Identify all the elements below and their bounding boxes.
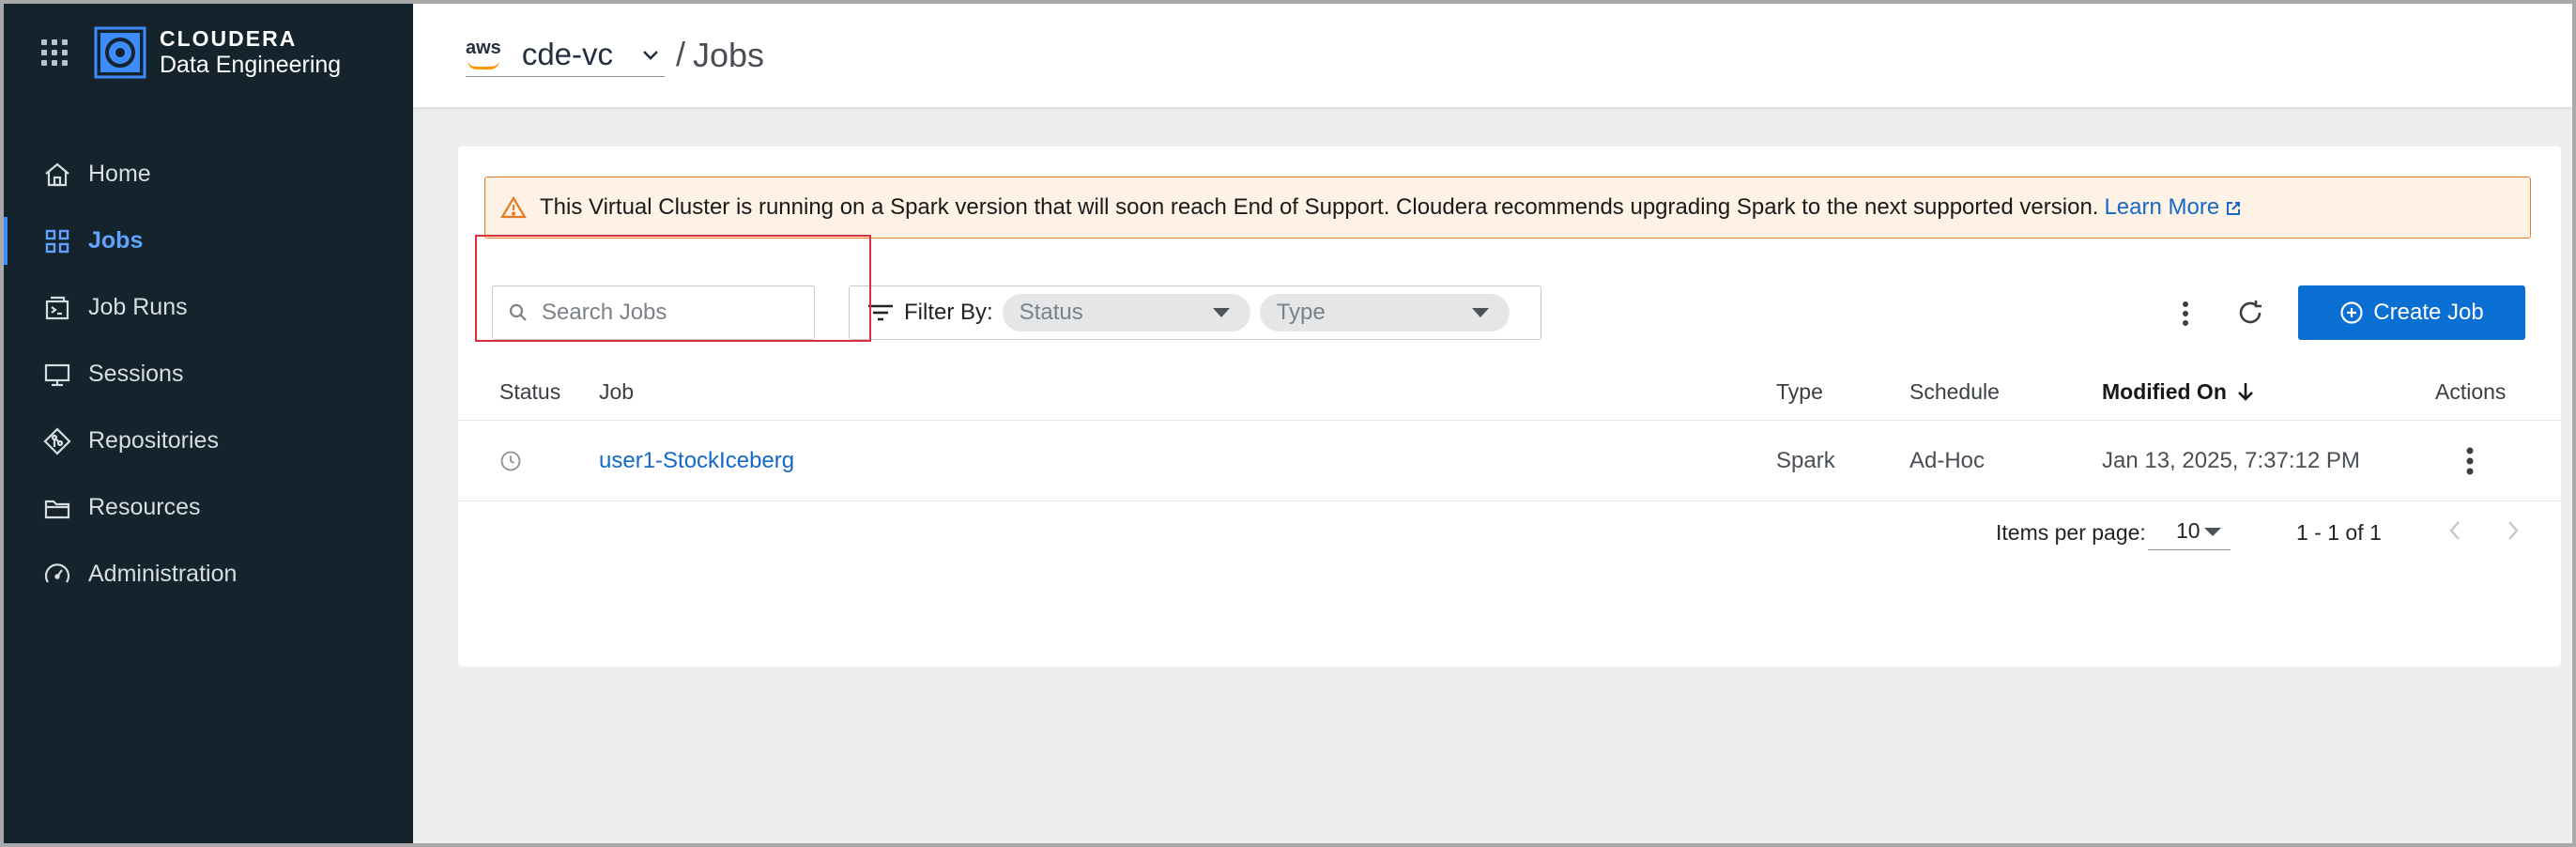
alert-message: This Virtual Cluster is running on a Spa… bbox=[540, 194, 2099, 220]
git-icon bbox=[41, 425, 73, 457]
breadcrumb-separator: / bbox=[676, 35, 686, 73]
arrow-down-icon bbox=[2237, 383, 2253, 401]
home-icon bbox=[41, 159, 73, 191]
status-cell bbox=[499, 421, 522, 501]
sidebar-item-home[interactable]: Home bbox=[4, 141, 413, 208]
brand: CLOUDERA Data Engineering bbox=[41, 24, 341, 81]
refresh-icon bbox=[2239, 300, 2262, 324]
monitor-icon bbox=[41, 359, 73, 391]
filter-label: Filter By: bbox=[904, 300, 993, 325]
sidebar-item-label: Resources bbox=[88, 494, 201, 520]
learn-more-link[interactable]: Learn More bbox=[2104, 194, 2242, 221]
gauge-icon bbox=[41, 559, 73, 591]
sidebar: CLOUDERA Data Engineering Home Jobs Job … bbox=[4, 4, 413, 843]
chevron-down-icon bbox=[643, 50, 658, 60]
col-schedule: Schedule bbox=[1909, 378, 2000, 404]
schedule-cell: Ad-Hoc bbox=[1909, 448, 1986, 473]
search-jobs-field[interactable] bbox=[492, 285, 815, 340]
spark-eos-alert: This Virtual Cluster is running on a Spa… bbox=[484, 177, 2531, 239]
previous-page-button[interactable] bbox=[2439, 515, 2471, 547]
more-options-button[interactable] bbox=[2167, 295, 2204, 332]
col-modified-on-label: Modified On bbox=[2102, 378, 2227, 404]
caret-down-icon bbox=[1212, 308, 1230, 317]
refresh-button[interactable] bbox=[2231, 293, 2270, 332]
filter-bar: Filter By: Status Type bbox=[849, 285, 1541, 340]
filter-icon bbox=[868, 304, 893, 321]
sidebar-item-sessions[interactable]: Sessions bbox=[4, 341, 413, 408]
cloudera-logo-icon bbox=[94, 26, 146, 79]
status-filter-dropdown[interactable]: Status bbox=[1002, 294, 1250, 331]
page-header: aws cde-vc / Jobs bbox=[413, 4, 2572, 107]
table-row: user1-StockIceberg Spark Ad-Hoc Jan 13, … bbox=[458, 421, 2561, 501]
job-cell: user1-StockIceberg bbox=[599, 421, 794, 501]
sidebar-item-repositories[interactable]: Repositories bbox=[4, 408, 413, 474]
sidebar-item-job-runs[interactable]: Job Runs bbox=[4, 274, 413, 341]
sidebar-item-label: Sessions bbox=[88, 361, 184, 387]
items-per-page-value: 10 bbox=[2176, 518, 2200, 543]
col-job: Job bbox=[599, 378, 635, 404]
modified-on-cell: Jan 13, 2025, 7:37:12 PM bbox=[2102, 448, 2360, 473]
jobs-card: This Virtual Cluster is running on a Spa… bbox=[458, 146, 2561, 667]
sidebar-item-administration[interactable]: Administration bbox=[4, 541, 413, 608]
brand-subtitle: Data Engineering bbox=[160, 52, 342, 78]
type-cell: Spark bbox=[1776, 448, 1835, 473]
sidebar-item-label: Home bbox=[88, 161, 151, 187]
table-header: Status Job Type Schedule Modified On Act… bbox=[458, 362, 2561, 421]
cluster-selector[interactable]: aws cde-vc bbox=[466, 32, 665, 77]
chevron-left-icon bbox=[2449, 521, 2460, 540]
aws-logo-icon: aws bbox=[466, 38, 501, 69]
items-per-page-label: Items per page: bbox=[1996, 520, 2146, 545]
create-job-label: Create Job bbox=[2373, 300, 2484, 325]
type-filter-label: Type bbox=[1276, 300, 1326, 325]
row-actions-button[interactable] bbox=[2465, 421, 2475, 501]
caret-down-icon bbox=[2204, 528, 2221, 536]
app-window: CLOUDERA Data Engineering Home Jobs Job … bbox=[0, 0, 2576, 847]
sidebar-item-label: Administration bbox=[88, 561, 238, 587]
jobs-grid-icon bbox=[41, 225, 73, 257]
type-filter-dropdown[interactable]: Type bbox=[1259, 294, 1510, 331]
sidebar-item-label: Repositories bbox=[88, 427, 219, 454]
col-type: Type bbox=[1776, 378, 1823, 404]
page-title: Jobs bbox=[693, 36, 765, 74]
next-page-button[interactable] bbox=[2497, 515, 2529, 547]
col-modified-on[interactable]: Modified On bbox=[2102, 362, 2255, 421]
job-runs-icon bbox=[41, 292, 73, 324]
col-status: Status bbox=[499, 378, 561, 404]
brand-name: CLOUDERA bbox=[160, 26, 298, 51]
sidebar-nav: Home Jobs Job Runs Sessions Repositories… bbox=[4, 141, 413, 608]
folder-icon bbox=[41, 492, 73, 524]
caret-down-icon bbox=[1471, 308, 1489, 317]
create-job-button[interactable]: Create Job bbox=[2298, 285, 2525, 340]
kebab-icon bbox=[2183, 301, 2188, 326]
add-circle-icon bbox=[2340, 301, 2363, 324]
sidebar-item-label: Jobs bbox=[88, 227, 144, 254]
clock-icon bbox=[500, 451, 521, 471]
cluster-name: cde-vc bbox=[521, 36, 614, 71]
items-per-page-select[interactable]: 10 bbox=[2148, 513, 2231, 550]
kebab-icon bbox=[2466, 447, 2474, 475]
sidebar-item-jobs[interactable]: Jobs bbox=[4, 208, 413, 274]
job-name-link[interactable]: user1-StockIceberg bbox=[599, 448, 794, 474]
sidebar-item-resources[interactable]: Resources bbox=[4, 474, 413, 541]
search-input[interactable] bbox=[542, 300, 805, 326]
jobs-table: Status Job Type Schedule Modified On Act… bbox=[458, 362, 2561, 501]
pagination: Items per page: 10 1 - 1 of 1 bbox=[458, 501, 2561, 560]
chevron-right-icon bbox=[2508, 521, 2519, 540]
external-link-icon bbox=[2227, 201, 2241, 215]
search-icon bbox=[509, 303, 527, 321]
warning-icon bbox=[500, 195, 527, 219]
page-range: 1 - 1 of 1 bbox=[2296, 520, 2382, 545]
status-filter-label: Status bbox=[1019, 300, 1083, 325]
app-launcher-icon[interactable] bbox=[41, 39, 68, 66]
col-actions: Actions bbox=[2435, 378, 2507, 404]
sidebar-item-label: Job Runs bbox=[88, 294, 188, 320]
